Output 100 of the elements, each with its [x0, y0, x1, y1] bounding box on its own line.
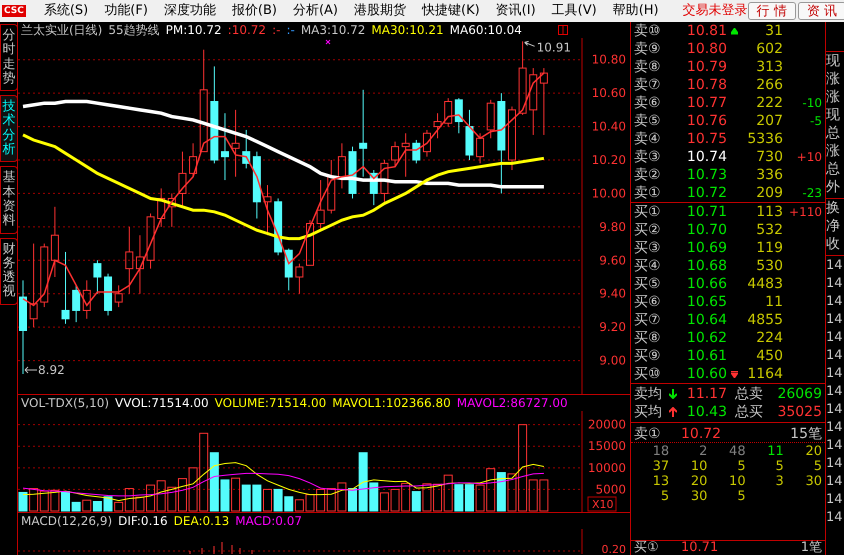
average-label: 卖均 [633, 387, 663, 401]
toolbar-button[interactable]: 资 讯 [798, 2, 844, 20]
field-value: 14 [826, 420, 843, 435]
field-value: 14 [826, 474, 843, 489]
field-value: 14 [826, 348, 843, 363]
order-price: 10.68 [686, 259, 727, 273]
menu-item[interactable]: 资讯(I) [488, 1, 544, 21]
candlestick [82, 280, 91, 320]
trade-volume: 5 [812, 460, 822, 475]
menu-item[interactable]: 深度功能 [156, 1, 224, 21]
average-label: 买均 [633, 405, 663, 419]
order-level-label: 卖⑤ [633, 114, 662, 128]
candlestick [114, 284, 123, 308]
field-value: 14 [826, 294, 843, 309]
candlestick [380, 160, 388, 202]
axis-tick-label: 0.20 [602, 543, 626, 554]
field-value: 14 [826, 258, 843, 273]
order-volume: 11 [764, 295, 783, 309]
trade-volume: 30 [804, 475, 822, 490]
order-volume: 113 [755, 205, 783, 219]
trade-volume: 30 [690, 490, 708, 505]
indicator-label: VOL-TDX(5,10) [21, 397, 110, 409]
menu-item[interactable]: 快捷键(K) [414, 1, 488, 21]
order-price: 10.80 [686, 42, 727, 56]
menu-item[interactable]: 工具(V) [544, 1, 605, 21]
side-tab[interactable]: 财务透视 [0, 238, 18, 305]
order-level-label: 买⑩ [633, 367, 662, 381]
field-value: 14 [826, 366, 843, 381]
menu-item[interactable]: 功能(F) [96, 1, 156, 21]
order-price: 10.76 [686, 114, 727, 128]
order-level-label: 买② [633, 223, 662, 237]
app-logo: CSC [2, 5, 26, 17]
menu-item[interactable]: 港股期货 [346, 1, 414, 21]
order-level-label: 买⑤ [633, 277, 662, 291]
trade-volume: 10 [728, 475, 746, 490]
field-value: 14 [826, 438, 843, 453]
candlestick [40, 243, 48, 308]
indicator-label: MACD:0.07 [235, 515, 302, 527]
indicator-label: MACD(12,26,9) [21, 515, 112, 527]
menu-item[interactable]: 分析(A) [284, 1, 346, 21]
axis-tick-label: 10.40 [592, 120, 626, 134]
candlestick [338, 142, 346, 189]
field-value: 14 [826, 312, 843, 327]
menu-item[interactable]: 系统(S) [36, 1, 96, 21]
order-level-label: 买⑥ [633, 295, 662, 309]
window-box-icon[interactable] [558, 25, 568, 35]
candlestick [454, 98, 463, 134]
field-label: 收 [826, 236, 840, 252]
order-level-label: 买⑦ [633, 313, 662, 327]
side-tab[interactable]: 分时走势 [0, 24, 18, 92]
order-level-label: 卖③ [633, 150, 662, 164]
order-level-label: 买③ [633, 241, 662, 255]
order-level-label: 卖④ [633, 132, 662, 146]
order-volume: 266 [755, 78, 783, 92]
indicator-label: 55趋势线 [108, 24, 160, 36]
field-label: 净 [826, 218, 840, 234]
candlestick [316, 180, 325, 231]
candlestick [242, 129, 250, 169]
candlestick [402, 132, 410, 178]
toolbar-button[interactable]: 行 情 [748, 2, 796, 20]
candlestick [136, 234, 144, 294]
menu-item[interactable]: 报价(B) [224, 1, 285, 21]
field-label: 总 [826, 161, 840, 177]
low-price-label: 8.92 [38, 362, 65, 377]
indicator-label: 兰太实业(日线) [21, 24, 102, 36]
field-value: 14 [826, 276, 843, 291]
order-change: +110 [789, 206, 822, 218]
indicator-label: DIF:0.16 [118, 515, 168, 527]
order-level-label: 卖① [633, 186, 662, 200]
candlestick [327, 160, 336, 214]
order-change: +10 [796, 151, 822, 163]
order-volume: 336 [755, 168, 783, 182]
trade-volume: 2 [698, 445, 708, 460]
candlestick [125, 226, 134, 294]
candlestick [444, 98, 452, 128]
order-level-label: 卖② [633, 168, 662, 182]
axis-tick-label: 15000 [588, 439, 626, 454]
axis-tick-label: 9.20 [599, 320, 626, 334]
average-price: 11.17 [686, 387, 727, 401]
side-tab[interactable]: 技术分析 [0, 95, 18, 162]
order-price: 10.74 [686, 150, 727, 164]
order-level-label: 卖⑥ [633, 96, 662, 110]
login-status: 交易未登录 [682, 2, 748, 20]
menu-item[interactable]: 帮助(H) [604, 1, 667, 21]
indicator-label: :- [272, 24, 280, 36]
order-price: 10.69 [686, 241, 727, 255]
arrow-icon [24, 366, 38, 374]
order-volume: 222 [755, 96, 783, 110]
field-label: 涨 [826, 71, 840, 87]
order-volume: 209 [755, 186, 783, 200]
order-volume: 530 [755, 259, 783, 273]
order-level-label: 买⑧ [633, 331, 662, 345]
indicator-label: MAVOL2:86727.00 [456, 397, 568, 409]
trade-volume: 13 [652, 475, 670, 490]
field-value: 14 [826, 384, 843, 399]
order-volume: 4483 [746, 277, 783, 291]
trade-label: 买① [633, 541, 660, 554]
side-tab[interactable]: 基本资料 [0, 166, 18, 234]
order-volume: 31 [764, 24, 783, 38]
candlestick [220, 112, 229, 181]
